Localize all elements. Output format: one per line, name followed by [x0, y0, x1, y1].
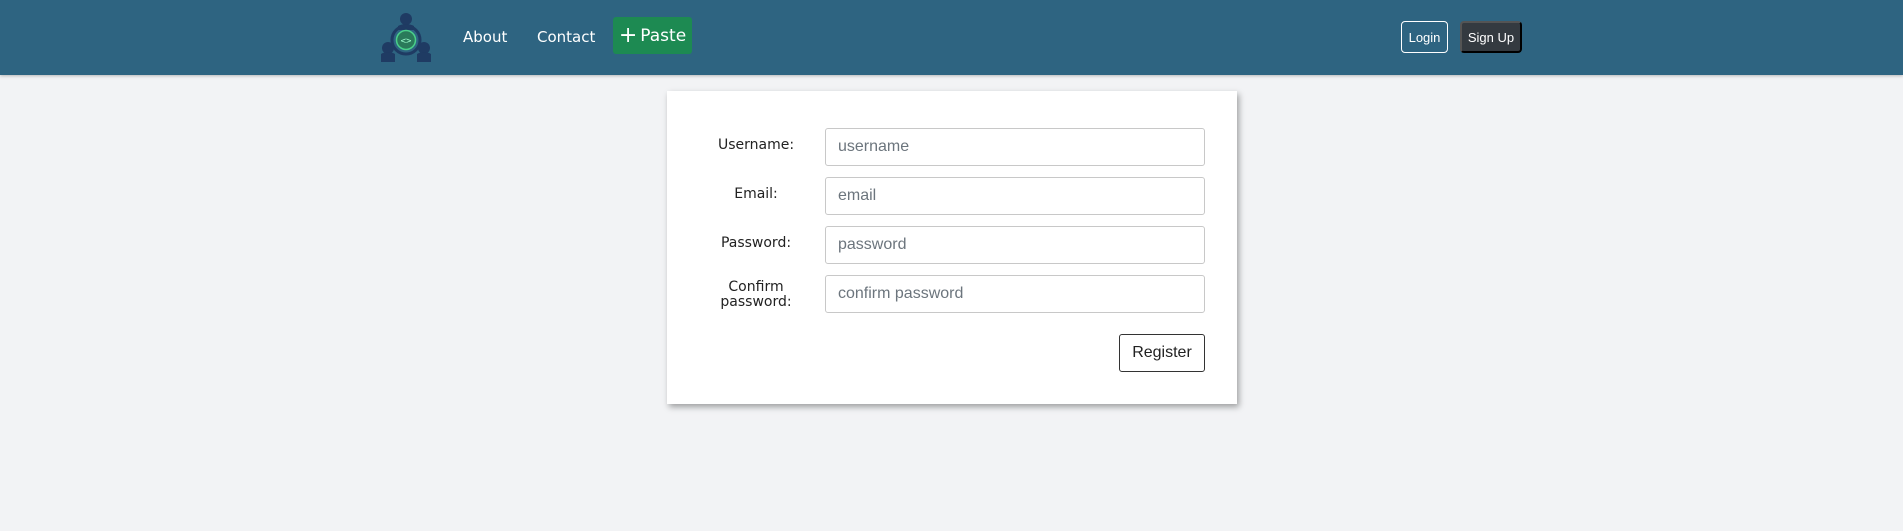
- confirm-password-input[interactable]: [825, 275, 1205, 313]
- confirm-password-label-line1: Confirm: [728, 279, 784, 295]
- username-label: Username:: [717, 137, 795, 153]
- confirm-password-label-line2: password:: [720, 293, 792, 310]
- login-button[interactable]: Login: [1401, 21, 1448, 53]
- top-navbar: <> About Contact + Paste Login Sign Up: [0, 0, 1903, 75]
- username-input[interactable]: [825, 128, 1205, 166]
- site-logo-icon[interactable]: <>: [378, 10, 434, 64]
- nav-link-contact[interactable]: Contact: [537, 28, 595, 46]
- email-label: Email:: [734, 186, 778, 202]
- plus-icon: +: [618, 22, 638, 48]
- password-input[interactable]: [825, 226, 1205, 264]
- confirm-password-label: Confirm password:: [667, 280, 845, 309]
- paste-button[interactable]: + Paste: [613, 17, 692, 54]
- password-label: Password:: [720, 235, 792, 251]
- nav-link-about[interactable]: About: [463, 28, 507, 46]
- email-input[interactable]: [825, 177, 1205, 215]
- register-form-card: Username: Email: Password: Confirm passw…: [667, 91, 1237, 404]
- register-button[interactable]: Register: [1119, 334, 1205, 372]
- svg-text:<>: <>: [401, 37, 412, 47]
- paste-button-label: Paste: [640, 25, 687, 46]
- signup-button[interactable]: Sign Up: [1460, 21, 1522, 53]
